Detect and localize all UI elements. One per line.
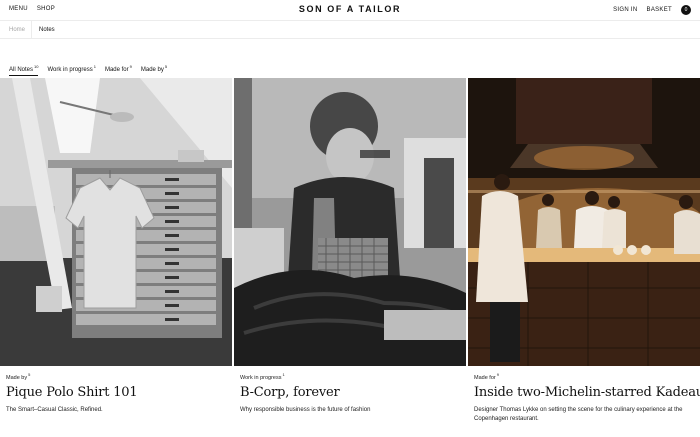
note-card-tag-count: 9 xyxy=(496,372,499,377)
notes-grid: Made by5 Pique Polo Shirt 101 The Smart–… xyxy=(0,78,700,437)
filter-made-by[interactable]: Made by5 xyxy=(141,64,167,76)
filter-label: Made by xyxy=(140,67,164,73)
note-card[interactable]: Made by5 Pique Polo Shirt 101 The Smart–… xyxy=(0,78,232,437)
sign-in-link[interactable]: SIGN IN xyxy=(613,7,637,13)
filter-count: 5 xyxy=(164,64,168,69)
notes-filter-bar: All Notes10 Work in progress1 Made for9 … xyxy=(9,64,167,76)
note-card-title[interactable]: Inside two-Michelin-starred Kadeau xyxy=(474,385,700,400)
filter-work-in-progress[interactable]: Work in progress1 xyxy=(47,64,95,76)
note-card-description: Designer Thomas Lykke on setting the sce… xyxy=(474,407,683,422)
filter-all-notes[interactable]: All Notes10 xyxy=(9,64,39,76)
factory-worker-photo xyxy=(234,78,466,366)
basket-link[interactable]: BASKET xyxy=(647,7,672,13)
restaurant-kitchen-photo xyxy=(468,78,700,366)
note-card[interactable]: Work in progress1 B-Corp, forever Why re… xyxy=(234,78,466,437)
filter-label: All Notes xyxy=(9,67,34,73)
filter-label: Made for xyxy=(104,67,129,73)
note-card-tag[interactable]: Work in progress1 xyxy=(240,372,285,381)
note-card-description: Why responsible business is the future o… xyxy=(240,407,371,413)
note-card-image[interactable] xyxy=(234,78,466,366)
note-card-tag[interactable]: Made by5 xyxy=(6,372,30,381)
header-nav-right: SIGN IN BASKET 0 xyxy=(613,5,691,15)
polo-shirt-photo xyxy=(0,78,232,366)
note-card-image[interactable] xyxy=(0,78,232,366)
note-card-image[interactable] xyxy=(468,78,700,366)
note-card-tag-label: Work in progress xyxy=(240,374,282,381)
breadcrumb-current: Notes xyxy=(39,27,55,33)
note-card-title[interactable]: B-Corp, forever xyxy=(240,385,340,400)
note-card-description: The Smart–Casual Classic, Refined. xyxy=(6,407,103,413)
filter-count: 1 xyxy=(93,64,96,69)
filter-count: 10 xyxy=(34,64,39,69)
filter-label: Work in progress xyxy=(47,67,93,73)
note-card-title[interactable]: Pique Polo Shirt 101 xyxy=(6,385,138,400)
note-card-tag-label: Made by xyxy=(6,374,28,381)
site-header: MENU SHOP SON OF A TAILOR SIGN IN BASKET… xyxy=(0,0,700,20)
note-card-tag-count: 1 xyxy=(282,372,285,377)
note-card-tag-count: 5 xyxy=(28,372,31,377)
basket-count-badge[interactable]: 0 xyxy=(681,5,691,15)
breadcrumb-divider xyxy=(31,21,32,39)
filter-count: 9 xyxy=(129,64,132,69)
filter-made-for[interactable]: Made for9 xyxy=(105,64,132,76)
breadcrumb: Home Notes xyxy=(0,20,700,39)
breadcrumb-home-link[interactable]: Home xyxy=(9,27,25,33)
brand-logo[interactable]: SON OF A TAILOR xyxy=(0,4,700,14)
note-card-tag[interactable]: Made for9 xyxy=(474,372,499,381)
note-card-tag-label: Made for xyxy=(474,374,496,381)
note-card[interactable]: Made for9 Inside two-Michelin-starred Ka… xyxy=(468,78,700,437)
